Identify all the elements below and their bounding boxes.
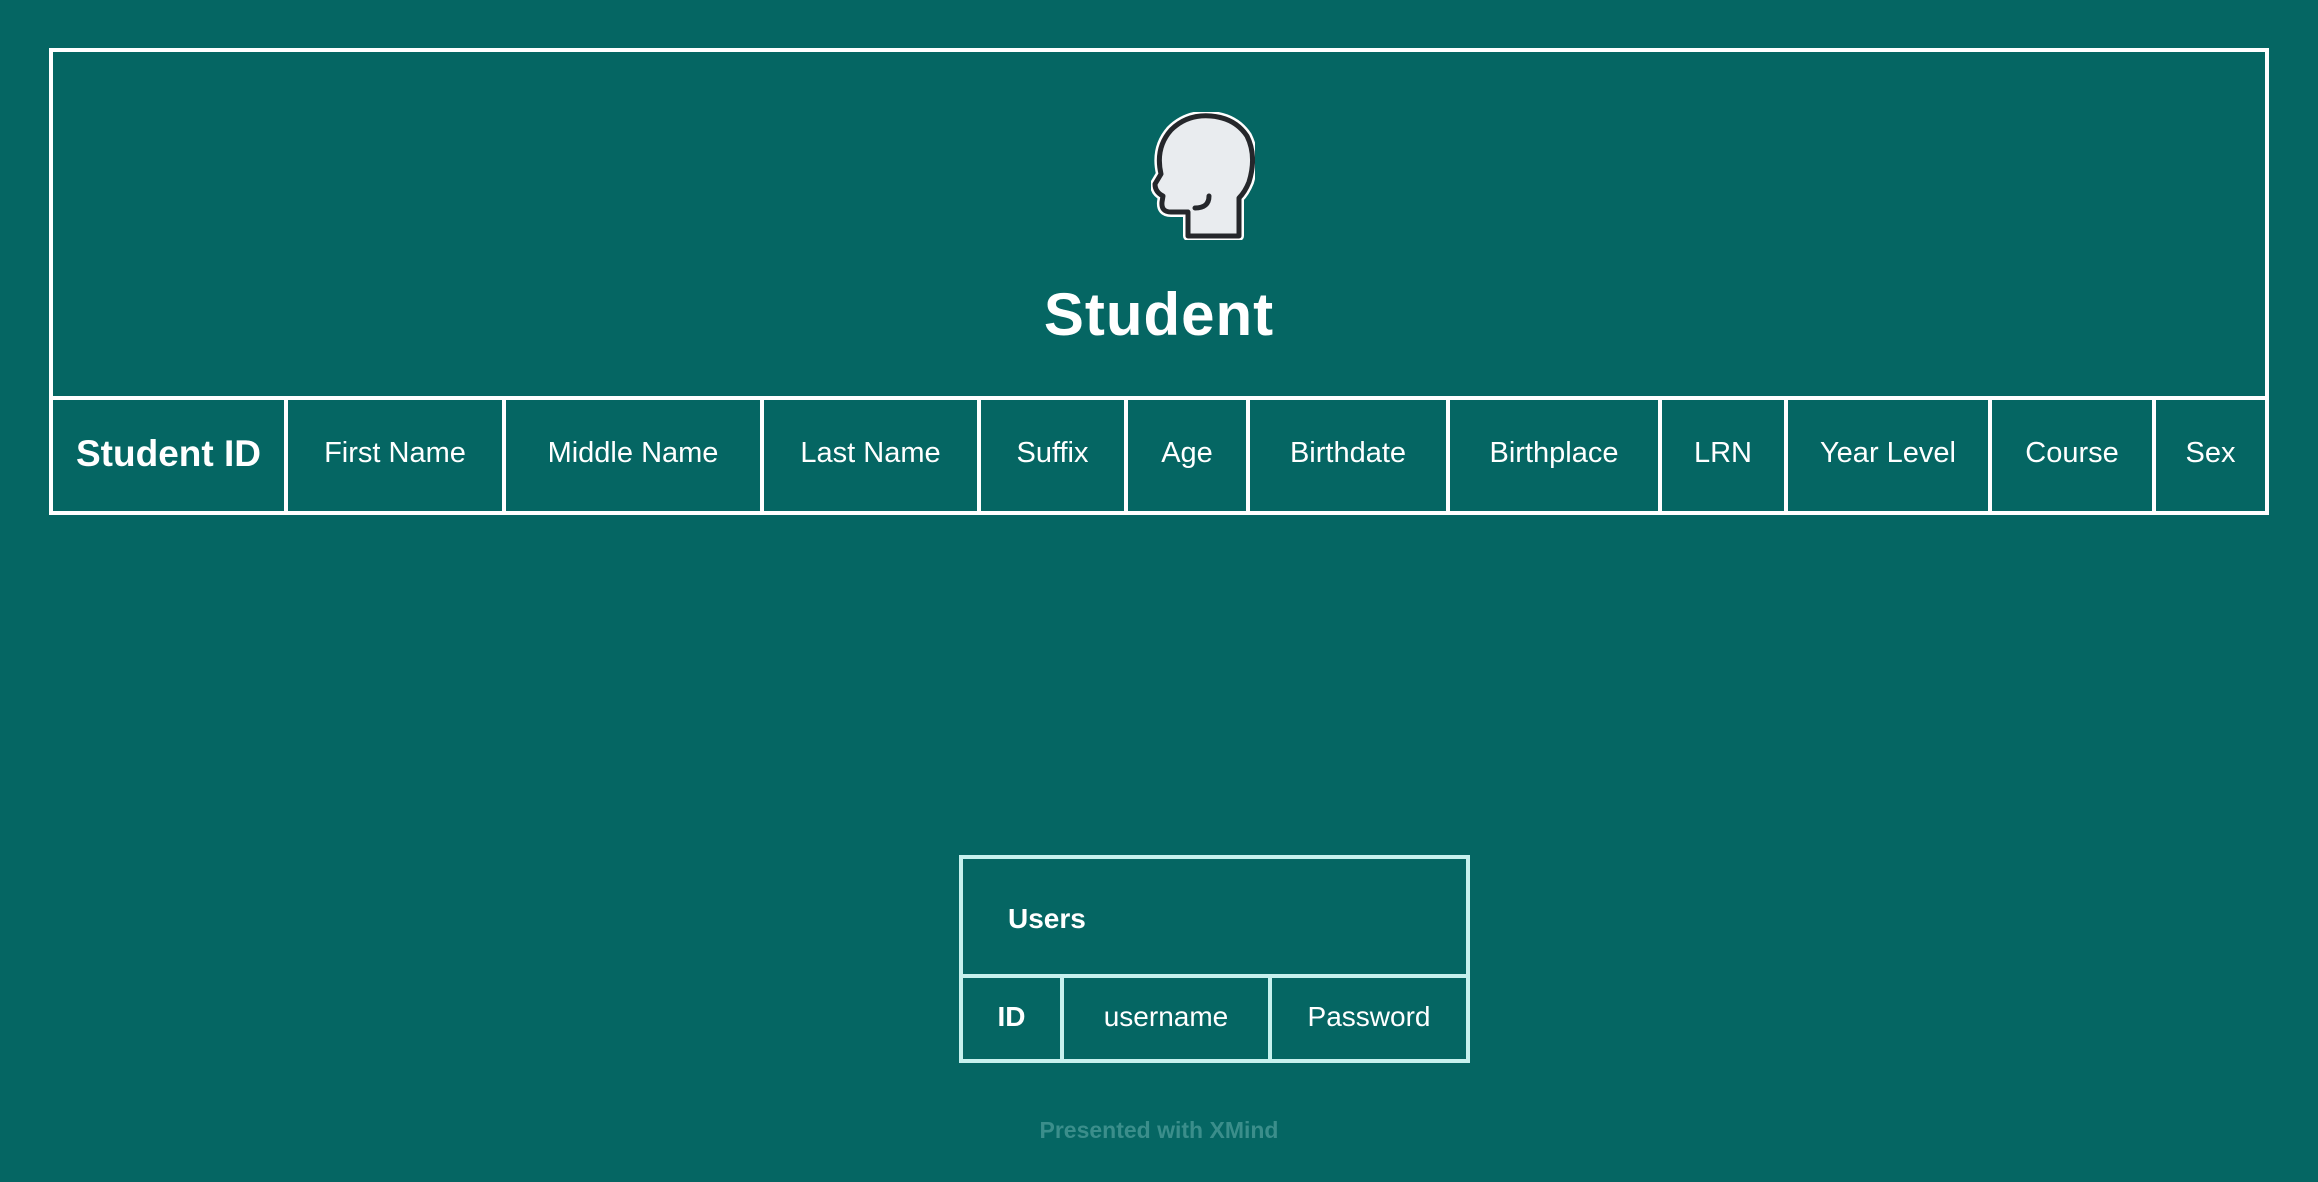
field-lrn[interactable]: LRN (1662, 396, 1788, 511)
users-table[interactable]: Users ID username Password (959, 855, 1470, 1063)
users-header: Users (963, 859, 1466, 978)
field-last-name[interactable]: Last Name (764, 396, 981, 511)
field-sex[interactable]: Sex (2156, 396, 2265, 511)
student-title: Student (1043, 281, 1275, 348)
field-first-name[interactable]: First Name (288, 396, 506, 511)
field-birthplace[interactable]: Birthplace (1450, 396, 1662, 511)
field-course[interactable]: Course (1992, 396, 2156, 511)
field-id[interactable]: ID (963, 974, 1064, 1059)
users-fields-row: ID username Password (963, 974, 1466, 1059)
field-birthdate[interactable]: Birthdate (1250, 396, 1450, 511)
field-middle-name[interactable]: Middle Name (506, 396, 764, 511)
student-header: Student (53, 52, 2265, 400)
student-table[interactable]: Student Student ID First Name Middle Nam… (49, 48, 2269, 515)
head-profile-icon (1151, 112, 1255, 240)
field-year-level[interactable]: Year Level (1788, 396, 1992, 511)
field-suffix[interactable]: Suffix (981, 396, 1128, 511)
student-fields-row: Student ID First Name Middle Name Last N… (53, 396, 2265, 511)
field-username[interactable]: username (1064, 974, 1272, 1059)
field-student-id[interactable]: Student ID (53, 396, 288, 511)
users-title: Users (1008, 903, 1086, 934)
field-password[interactable]: Password (1272, 974, 1466, 1059)
field-age[interactable]: Age (1128, 396, 1250, 511)
footer-credit: Presented with XMind (1039, 1117, 1279, 1143)
